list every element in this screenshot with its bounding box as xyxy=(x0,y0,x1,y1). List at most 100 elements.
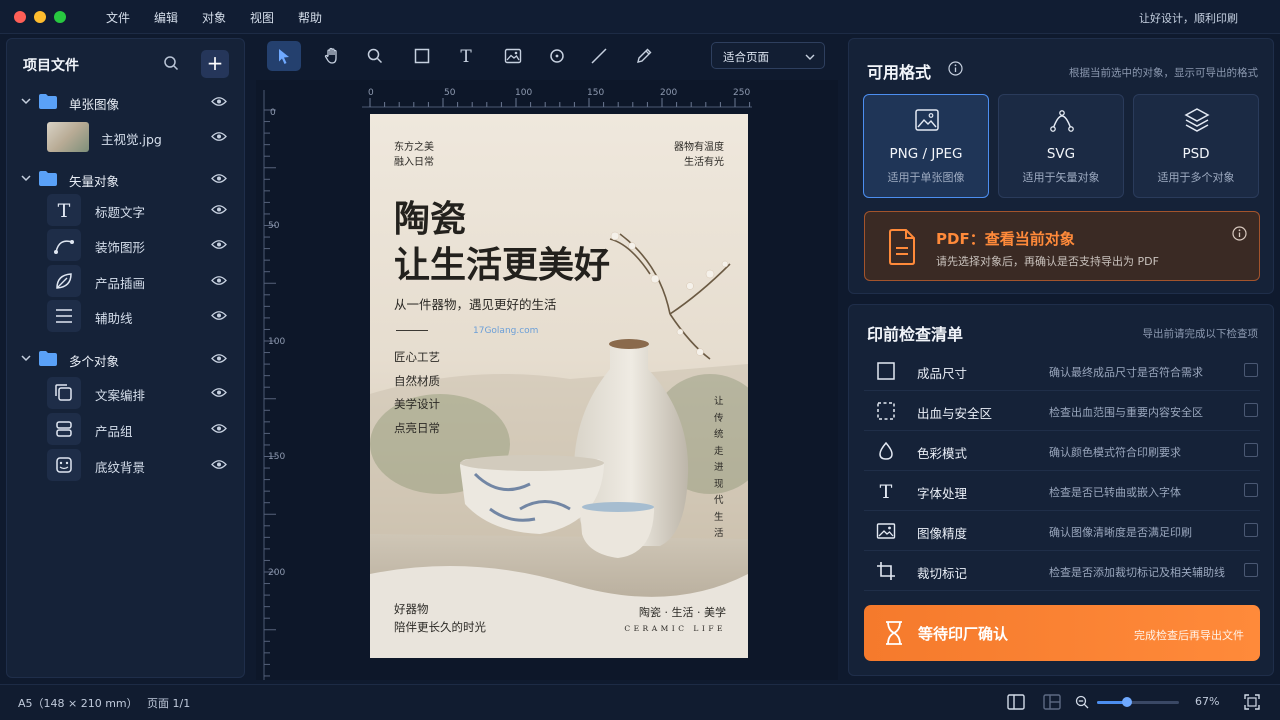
tree-group-single-image[interactable]: 单张图像 xyxy=(7,85,246,119)
zoom-slider[interactable] xyxy=(1097,697,1179,707)
info-icon[interactable] xyxy=(948,61,963,76)
checkbox[interactable] xyxy=(1244,483,1258,497)
crop-icon xyxy=(877,562,895,580)
eye-icon[interactable] xyxy=(211,310,227,321)
menubar: 文件 编辑 对象 视图 帮助 让好设计，顺利印刷 xyxy=(0,0,1280,34)
eye-icon[interactable] xyxy=(211,387,227,398)
checkbox[interactable] xyxy=(1244,363,1258,377)
check-desc: 确认图像清晰度是否满足印刷 xyxy=(1049,526,1192,539)
pdf-desc: 请先选择对象后，再确认是否支持导出为 PDF xyxy=(936,255,1159,268)
tree-item-guides[interactable]: 辅助线 xyxy=(7,299,246,333)
pdf-format-card[interactable]: PDF：查看当前对象 请先选择对象后，再确认是否支持导出为 PDF xyxy=(864,211,1260,281)
pattern-icon xyxy=(47,449,81,481)
type-icon: T xyxy=(880,481,893,501)
check-item-fonts[interactable]: T 字体处理 检查是否已转曲或嵌入字体 xyxy=(864,471,1260,511)
check-label: 字体处理 xyxy=(917,486,968,501)
tree-item-product-illustration[interactable]: 产品插画 xyxy=(7,264,246,298)
panel-title: 项目文件 xyxy=(23,58,79,74)
ruler-label: 200 xyxy=(660,88,678,98)
page-number-label: 页面 1/1 xyxy=(147,697,191,710)
vector-path-icon xyxy=(1050,110,1074,132)
format-name: SVG xyxy=(1046,146,1076,162)
tree-group-vector[interactable]: 矢量对象 xyxy=(7,162,246,196)
confirm-hint: 完成检查后再导出文件 xyxy=(1134,629,1244,642)
check-item-bleed[interactable]: 出血与安全区 检查出血范围与重要内容安全区 xyxy=(864,391,1260,431)
poster-bottom-left: 好器物 陪伴更长久的时光 xyxy=(394,602,486,634)
hourglass-icon xyxy=(886,621,902,645)
tree-item-product-group[interactable]: 产品组 xyxy=(7,412,246,446)
grid-view-icon[interactable] xyxy=(1043,694,1061,710)
pen-tool[interactable] xyxy=(627,41,661,71)
tree-item-main-visual[interactable]: 主视觉.jpg xyxy=(7,120,246,154)
check-item-trim-size[interactable]: 成品尺寸 确认最终成品尺寸是否符合需求 xyxy=(864,351,1260,391)
formats-title: 可用格式 xyxy=(867,63,932,82)
fullscreen-icon[interactable] xyxy=(1244,694,1260,710)
ruler-label: 50 xyxy=(444,88,456,98)
eye-icon[interactable] xyxy=(211,275,227,286)
add-file-button[interactable]: + xyxy=(201,50,229,78)
poster-artboard[interactable]: 东方之美 融入日常 器物有温度 生活有光 陶瓷 让生活更美好 从一件器物，遇见更好的生… xyxy=(370,114,748,658)
group-label: 多个对象 xyxy=(69,354,120,369)
tree-item-decor-shape[interactable]: 装饰图形 xyxy=(7,228,246,262)
watermark: 17Golang.com xyxy=(473,326,539,336)
image-tool[interactable] xyxy=(496,41,530,71)
eye-icon[interactable] xyxy=(211,353,227,364)
check-item-color-mode[interactable]: 色彩模式 确认颜色模式符合印刷要求 xyxy=(864,431,1260,471)
format-name: PNG / JPEG xyxy=(889,146,963,162)
check-item-crop-marks[interactable]: 裁切标记 检查是否添加裁切标记及相关辅助线 xyxy=(864,551,1260,591)
format-card-png-jpeg[interactable]: PNG / JPEG 适用于单张图像 xyxy=(863,94,989,198)
rectangle-tool[interactable] xyxy=(405,41,439,71)
check-desc: 检查是否已转曲或嵌入字体 xyxy=(1049,486,1181,499)
eye-icon[interactable] xyxy=(211,173,227,184)
tree-item-copy-layout[interactable]: 文案编排 xyxy=(7,376,246,410)
chevron-down-icon[interactable] xyxy=(21,173,31,183)
format-card-psd[interactable]: PSD 适用于多个对象 xyxy=(1133,94,1259,198)
checkbox[interactable] xyxy=(1244,563,1258,577)
copy-icon xyxy=(47,377,81,409)
check-item-image-resolution[interactable]: 图像精度 确认图像清晰度是否满足印刷 xyxy=(864,511,1260,551)
formats-hint: 根据当前选中的对象，显示可导出的格式 xyxy=(1069,67,1258,79)
tree-group-multiple[interactable]: 多个对象 xyxy=(7,342,246,376)
line-tool[interactable] xyxy=(582,41,616,71)
select-tool[interactable] xyxy=(267,41,301,71)
zoom-tool[interactable] xyxy=(358,41,392,71)
format-card-svg[interactable]: SVG 适用于矢量对象 xyxy=(998,94,1124,198)
menu-help[interactable]: 帮助 xyxy=(298,9,322,26)
text-tool[interactable]: T xyxy=(449,41,483,71)
await-printer-confirm-button[interactable]: 等待印厂确认 完成检查后再导出文件 xyxy=(864,605,1260,661)
minimize-window-button[interactable] xyxy=(34,11,46,23)
menu-edit[interactable]: 编辑 xyxy=(154,9,178,26)
tree-item-title-text[interactable]: T 标题文字 xyxy=(7,193,246,227)
document-icon xyxy=(889,229,915,265)
app-slogan: 让好设计，顺利印刷 xyxy=(1139,12,1238,25)
group-label: 单张图像 xyxy=(69,97,120,112)
checkbox[interactable] xyxy=(1244,523,1258,537)
search-icon[interactable] xyxy=(163,55,179,71)
menu-view[interactable]: 视图 xyxy=(250,9,274,26)
fit-page-select[interactable]: 适合页面 xyxy=(711,42,825,69)
zoom-slider-handle[interactable] xyxy=(1122,697,1133,707)
close-window-button[interactable] xyxy=(14,11,26,23)
checkbox[interactable] xyxy=(1244,403,1258,417)
eye-icon[interactable] xyxy=(211,459,227,470)
ellipse-tool[interactable] xyxy=(540,41,574,71)
folder-icon xyxy=(39,171,57,186)
maximize-window-button[interactable] xyxy=(54,11,66,23)
split-view-icon[interactable] xyxy=(1007,694,1025,710)
zoom-out-icon[interactable] xyxy=(1075,695,1089,709)
eye-icon[interactable] xyxy=(211,96,227,107)
eye-icon[interactable] xyxy=(211,131,227,142)
chevron-down-icon[interactable] xyxy=(21,96,31,106)
chevron-down-icon[interactable] xyxy=(21,353,31,363)
menu-object[interactable]: 对象 xyxy=(202,9,226,26)
eye-icon[interactable] xyxy=(211,204,227,215)
text-icon: T xyxy=(47,194,81,226)
info-icon[interactable] xyxy=(1232,226,1247,241)
menu-file[interactable]: 文件 xyxy=(106,9,130,26)
hand-tool[interactable] xyxy=(315,41,349,71)
eye-icon[interactable] xyxy=(211,423,227,434)
checkbox[interactable] xyxy=(1244,443,1258,457)
tree-item-pattern-bg[interactable]: 底纹背景 xyxy=(7,448,246,482)
formats-panel: 可用格式 根据当前选中的对象，显示可导出的格式 PNG / JPEG 适用于单张… xyxy=(848,38,1274,294)
eye-icon[interactable] xyxy=(211,239,227,250)
